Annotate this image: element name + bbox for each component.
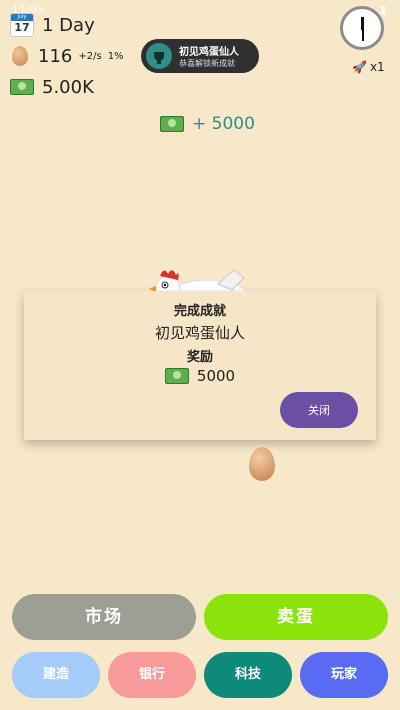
trophy-cup-shape <box>154 51 164 64</box>
speed-multiplier[interactable]: 🚀 x1 <box>352 60 385 74</box>
market-button[interactable]: 市场 <box>12 594 196 640</box>
money-gain-text: + 5000 <box>192 114 255 134</box>
egg-rate: +2/s <box>78 50 102 62</box>
toast-subtitle: 恭喜解锁新成就 <box>179 59 235 68</box>
sell-eggs-button[interactable]: 卖蛋 <box>204 594 388 640</box>
egg-count: 116 <box>38 45 73 67</box>
toast-title: 初见鸡蛋仙人 <box>179 47 239 58</box>
egg-icon <box>12 46 28 66</box>
dialog-reward-label: 奖励 <box>186 350 213 365</box>
achievement-toast[interactable]: 初见鸡蛋仙人 恭喜解锁新成就 <box>141 39 259 73</box>
day-row: July 17 1 Day <box>10 10 130 40</box>
money-gain-indicator: + 5000 <box>160 114 255 134</box>
money-icon <box>164 368 189 384</box>
dialog-heading: 完成成就 <box>173 304 226 319</box>
achievement-dialog: 完成成就 初见鸡蛋仙人 奖励 5000 关闭 <box>24 291 376 440</box>
clock-minute-hand <box>362 29 364 41</box>
rocket-icon: 🚀 <box>352 60 367 74</box>
dialog-reward-amount: 5000 <box>196 367 236 385</box>
bank-button[interactable]: 银行 <box>108 652 196 698</box>
player-button[interactable]: 玩家 <box>300 652 388 698</box>
calendar-month: July <box>11 14 33 21</box>
money-row: 5.00K <box>10 72 130 102</box>
money-icon <box>160 116 184 132</box>
egg-icon[interactable] <box>249 447 275 481</box>
build-button[interactable]: 建造 <box>12 652 100 698</box>
trophy-icon <box>146 43 172 69</box>
clock-icon[interactable] <box>340 6 384 50</box>
egg-percent: 1% <box>107 50 124 62</box>
dialog-achievement-name: 初见鸡蛋仙人 <box>154 324 245 342</box>
egg-row: 116 +2/s 1% <box>10 41 130 71</box>
calendar-day: 17 <box>14 21 30 34</box>
tech-button[interactable]: 科技 <box>204 652 292 698</box>
close-button[interactable]: 关闭 <box>280 392 358 428</box>
calendar-icon: July 17 <box>10 13 34 37</box>
money-amount: 5.00K <box>42 76 94 98</box>
money-icon <box>10 79 34 95</box>
dialog-reward-row: 5000 <box>24 367 376 385</box>
day-label: 1 Day <box>42 14 95 36</box>
stats-panel: July 17 1 Day 116 +2/s 1% 5.00K <box>10 10 130 102</box>
speed-multiplier-value: x1 <box>369 60 385 74</box>
